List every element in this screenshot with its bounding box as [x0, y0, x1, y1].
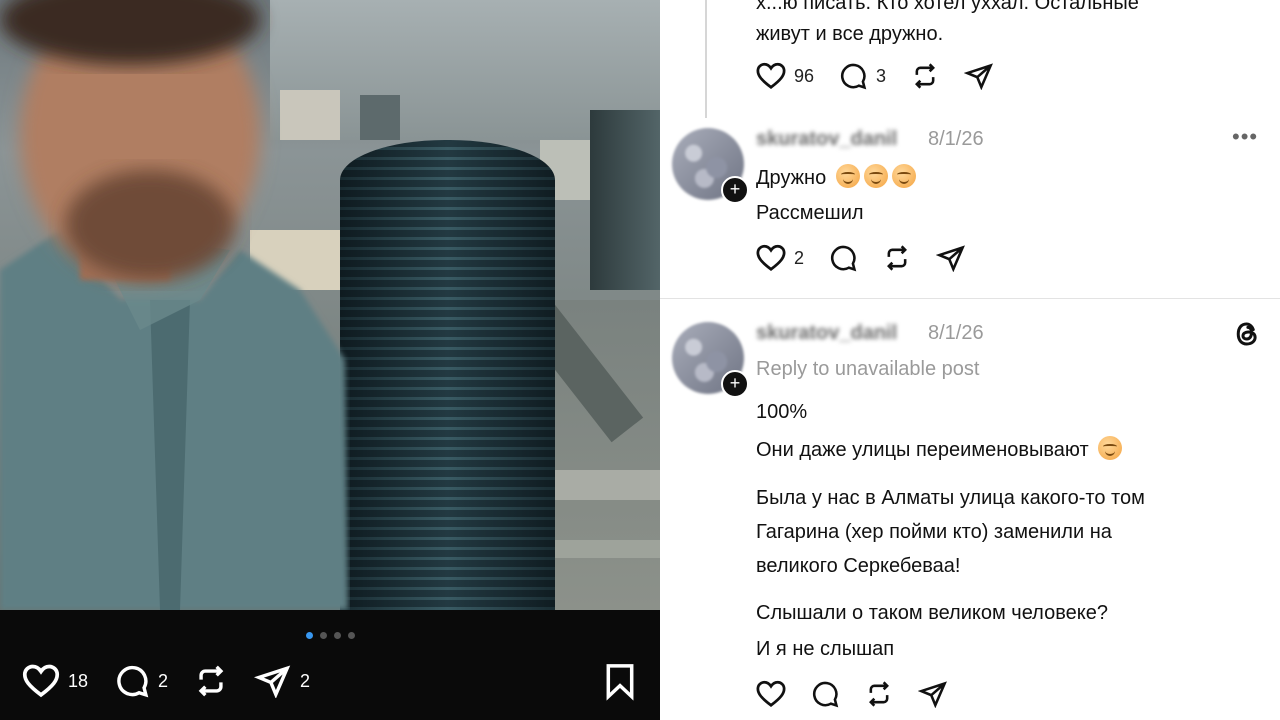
heart-icon	[22, 664, 60, 698]
comment-date: 8/1/26	[928, 322, 984, 344]
comment-text: Дружно	[756, 167, 827, 189]
like-button[interactable]: 2	[756, 244, 804, 272]
follow-plus-icon[interactable]: +	[721, 370, 749, 398]
top-comment-actions: 96 3	[756, 62, 994, 90]
comment-icon	[841, 63, 867, 90]
comment-paragraph-3-line3: великого Серкебеваа!	[756, 555, 961, 577]
carousel-dot-active	[305, 631, 313, 639]
carousel-dot	[319, 631, 327, 639]
comment-paragraph-1: 100%	[756, 401, 808, 423]
like-button[interactable]: 96	[756, 62, 814, 90]
carousel-indicator	[0, 622, 660, 648]
post-photo[interactable]	[0, 0, 660, 610]
thread-connector-line	[705, 0, 707, 118]
comment-button[interactable]: 2	[114, 664, 168, 698]
carousel-dot	[347, 631, 355, 639]
comment-paragraph-3-line2: Гагарина (хер пойми кто) заменили на	[756, 521, 1112, 543]
comment-icon	[117, 666, 149, 698]
send-icon	[936, 245, 965, 272]
reply-count: 3	[876, 65, 887, 86]
heart-icon	[756, 680, 786, 707]
repost-icon	[887, 245, 907, 271]
like-count: 96	[794, 65, 815, 86]
post-action-bar: 18 2 2	[22, 656, 310, 706]
reply-button[interactable]	[828, 244, 858, 272]
comment-date: 8/1/26	[928, 128, 984, 150]
repost-button[interactable]	[910, 62, 940, 90]
repost-button[interactable]	[194, 664, 228, 698]
share-button[interactable]	[918, 680, 948, 708]
comment-icon	[831, 245, 857, 272]
comment-text-line2: Рассмешил	[756, 202, 864, 224]
reply-button[interactable]: 3	[838, 62, 886, 90]
reply-button[interactable]	[810, 680, 840, 708]
threads-logo-icon[interactable]	[1232, 319, 1262, 349]
like-button[interactable]	[756, 680, 786, 708]
comment-text: Они даже улицы переименовывают	[756, 439, 1089, 461]
repost-button[interactable]	[882, 244, 912, 272]
tower-building	[590, 110, 660, 290]
person-silhouette	[0, 0, 348, 610]
send-icon	[254, 665, 291, 698]
comment-actions: 2	[756, 244, 966, 272]
threads-comments-panel: х...ю писать. Кто хотел уххал. Остальные…	[660, 0, 1280, 720]
like-count: 18	[68, 670, 89, 691]
comment-paragraph-2: Они даже улицы переименовывают	[756, 433, 1123, 467]
repost-icon	[198, 665, 224, 697]
comment-paragraph-3-line1: Была у нас в Алматы улица какого-то том	[756, 487, 1145, 509]
send-icon	[964, 63, 994, 90]
smile-emoji-icon	[1098, 436, 1123, 460]
repost-icon	[869, 681, 889, 707]
share-button[interactable]: 2	[254, 664, 310, 698]
instagram-post: 18 2 2	[0, 0, 660, 720]
more-icon[interactable]: •••	[1232, 124, 1258, 150]
comment-paragraph-4-line2: И я не слышап	[756, 638, 895, 660]
repost-button[interactable]	[864, 680, 894, 708]
carousel-dot	[333, 631, 341, 639]
heart-icon	[756, 62, 786, 89]
bookmark-icon[interactable]	[602, 663, 638, 701]
comment-text-line1: Дружно	[756, 161, 916, 195]
like-button[interactable]: 18	[22, 664, 88, 698]
share-button[interactable]	[936, 244, 966, 272]
share-count: 2	[300, 670, 311, 691]
top-comment-text-line2: живут и все дружно.	[756, 23, 944, 45]
username[interactable]: skuratov_danil	[756, 322, 897, 345]
comment-icon	[812, 681, 839, 708]
repost-icon	[915, 63, 936, 89]
smile-emoji-icon	[863, 164, 888, 188]
comment-paragraph-4-line1: Слышали о таком великом человеке?	[756, 602, 1108, 624]
smile-emoji-icon	[835, 164, 860, 188]
comment-actions	[756, 680, 948, 708]
send-icon	[918, 681, 947, 708]
heart-icon	[756, 244, 786, 271]
follow-plus-icon[interactable]: +	[721, 176, 749, 204]
divider	[660, 298, 1280, 299]
skyscraper	[340, 140, 555, 610]
username[interactable]: skuratov_danil	[756, 128, 897, 151]
smile-emoji-icon	[891, 164, 916, 188]
building	[360, 95, 400, 140]
share-button[interactable]	[964, 62, 994, 90]
comment-count: 2	[158, 670, 169, 691]
reply-note: Reply to unavailable post	[756, 358, 980, 380]
like-count: 2	[794, 247, 805, 268]
